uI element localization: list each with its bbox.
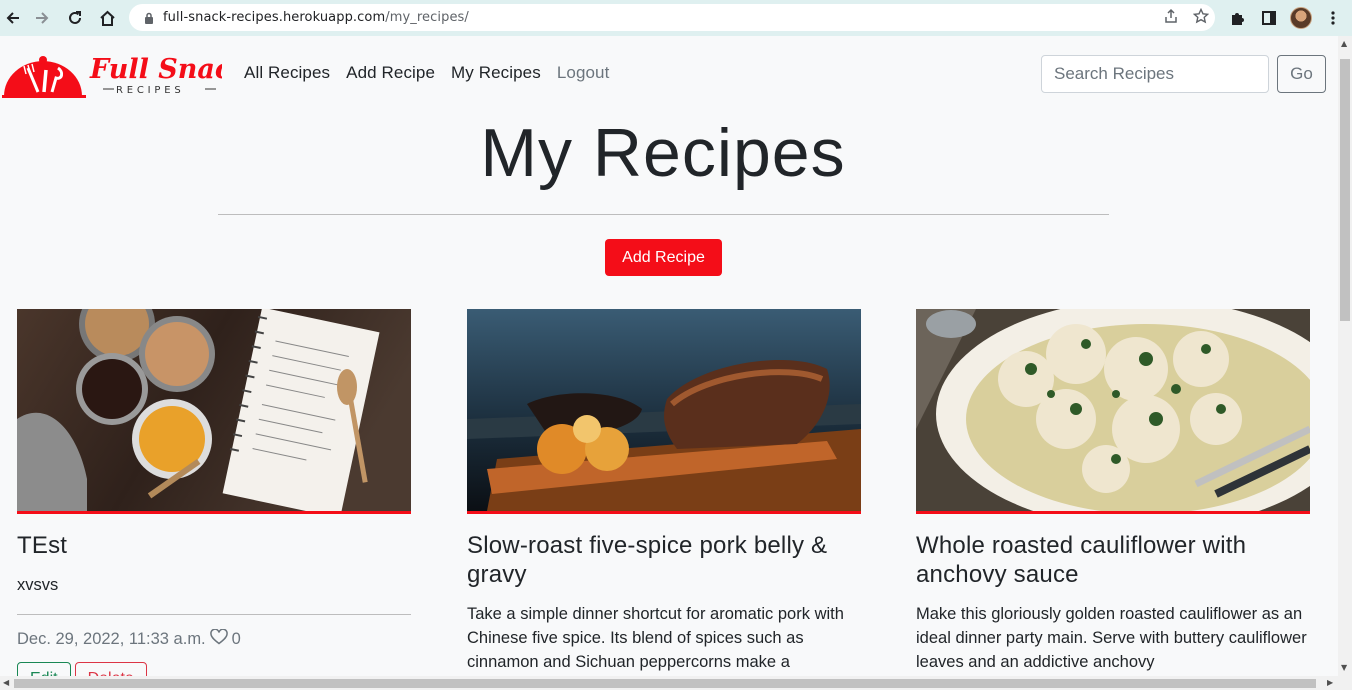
back-arrow-icon[interactable] — [0, 3, 28, 33]
web-page: Full Snack RECIPES All Recipes Add Recip… — [0, 36, 1338, 676]
nav-link-logout[interactable]: Logout — [557, 63, 610, 83]
scroll-down-arrow-icon[interactable]: ▼ — [1341, 663, 1347, 672]
nav-link-all-recipes[interactable]: All Recipes — [244, 63, 330, 83]
add-recipe-button[interactable]: Add Recipe — [605, 239, 722, 276]
card-accent-line — [17, 511, 411, 514]
recipe-date: Dec. 29, 2022, 11:33 a.m. — [17, 630, 206, 648]
extensions-puzzle-icon[interactable] — [1222, 3, 1252, 33]
side-panel-icon[interactable] — [1254, 3, 1284, 33]
recipe-card: TEst xvsvs Dec. 29, 2022, 11:33 a.m. 0 E… — [17, 309, 411, 676]
logo-brand-text: Full Snack — [89, 54, 222, 85]
card-divider — [17, 614, 411, 615]
recipe-card: Whole roasted cauliflower with anchovy s… — [916, 309, 1310, 674]
scroll-up-arrow-icon[interactable]: ▲ — [1341, 39, 1347, 48]
horizontal-scroll-thumb[interactable] — [14, 679, 1316, 688]
site-navbar: Full Snack RECIPES All Recipes Add Recip… — [0, 36, 1338, 112]
logo-tagline-text: RECIPES — [116, 85, 185, 96]
reload-icon[interactable] — [60, 3, 90, 33]
vertical-scrollbar[interactable]: ▲ ▼ — [1338, 36, 1352, 676]
page-title: My Recipes — [480, 115, 846, 191]
heart-icon[interactable] — [209, 628, 228, 650]
main-nav: All Recipes Add Recipe My Recipes Logout — [244, 63, 609, 83]
search-input[interactable] — [1041, 55, 1269, 93]
nav-link-my-recipes[interactable]: My Recipes — [451, 63, 541, 83]
title-divider — [218, 214, 1109, 215]
recipe-description: Make this gloriously golden roasted caul… — [916, 605, 1307, 671]
recipe-description: xvsvs — [17, 576, 59, 594]
delete-button[interactable]: Delete — [74, 662, 147, 676]
recipe-image-nuts-notebook[interactable] — [17, 309, 411, 511]
browser-toolbar: full-snack-recipes.herokuapp.com/my_reci… — [0, 0, 1352, 36]
recipe-title[interactable]: TEst — [17, 531, 411, 560]
recipe-image-cauliflower[interactable] — [916, 309, 1310, 511]
card-accent-line — [467, 511, 861, 514]
card-actions: Edit Delete — [17, 662, 411, 676]
url-text: full-snack-recipes.herokuapp.com/my_reci… — [163, 10, 469, 25]
horizontal-scrollbar[interactable]: ◀ ▶ — [0, 676, 1352, 690]
scroll-left-arrow-icon[interactable]: ◀ — [3, 678, 9, 687]
nav-link-add-recipe[interactable]: Add Recipe — [346, 63, 435, 83]
address-bar[interactable]: full-snack-recipes.herokuapp.com/my_reci… — [129, 4, 1215, 31]
lock-icon — [135, 12, 163, 24]
search-go-button[interactable]: Go — [1277, 55, 1326, 93]
url-host: full-snack-recipes.herokuapp.com — [163, 10, 386, 25]
like-count: 0 — [231, 630, 241, 648]
logo-mark: Full Snack RECIPES — [2, 54, 250, 98]
home-icon[interactable] — [92, 3, 122, 33]
vertical-scroll-thumb[interactable] — [1340, 59, 1350, 321]
recipe-image-pork-belly[interactable] — [467, 309, 861, 511]
site-logo[interactable]: Full Snack RECIPES — [2, 48, 250, 100]
recipe-title[interactable]: Slow-roast five-spice pork belly & gravy — [467, 531, 861, 589]
url-path: /my_recipes/ — [385, 10, 469, 25]
share-icon[interactable] — [1163, 8, 1179, 28]
card-accent-line — [916, 511, 1310, 514]
more-menu-icon[interactable] — [1318, 3, 1348, 33]
profile-avatar[interactable] — [1286, 3, 1316, 33]
forward-arrow-icon[interactable] — [27, 3, 57, 33]
recipe-meta: Dec. 29, 2022, 11:33 a.m. 0 — [17, 628, 411, 650]
recipe-card: Slow-roast five-spice pork belly & gravy… — [467, 309, 861, 674]
bookmark-star-icon[interactable] — [1192, 7, 1210, 28]
edit-button[interactable]: Edit — [17, 662, 71, 676]
scroll-right-arrow-icon[interactable]: ▶ — [1327, 678, 1333, 687]
recipe-description: Take a simple dinner shortcut for aromat… — [467, 605, 844, 671]
recipe-title[interactable]: Whole roasted cauliflower with anchovy s… — [916, 531, 1310, 589]
